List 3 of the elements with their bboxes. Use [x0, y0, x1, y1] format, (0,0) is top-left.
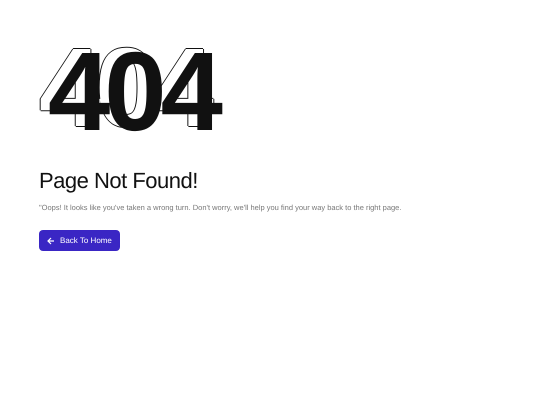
back-home-button[interactable]: Back To Home	[39, 230, 120, 251]
page-heading: Page Not Found!	[39, 168, 199, 194]
arrow-left-icon	[47, 236, 55, 244]
